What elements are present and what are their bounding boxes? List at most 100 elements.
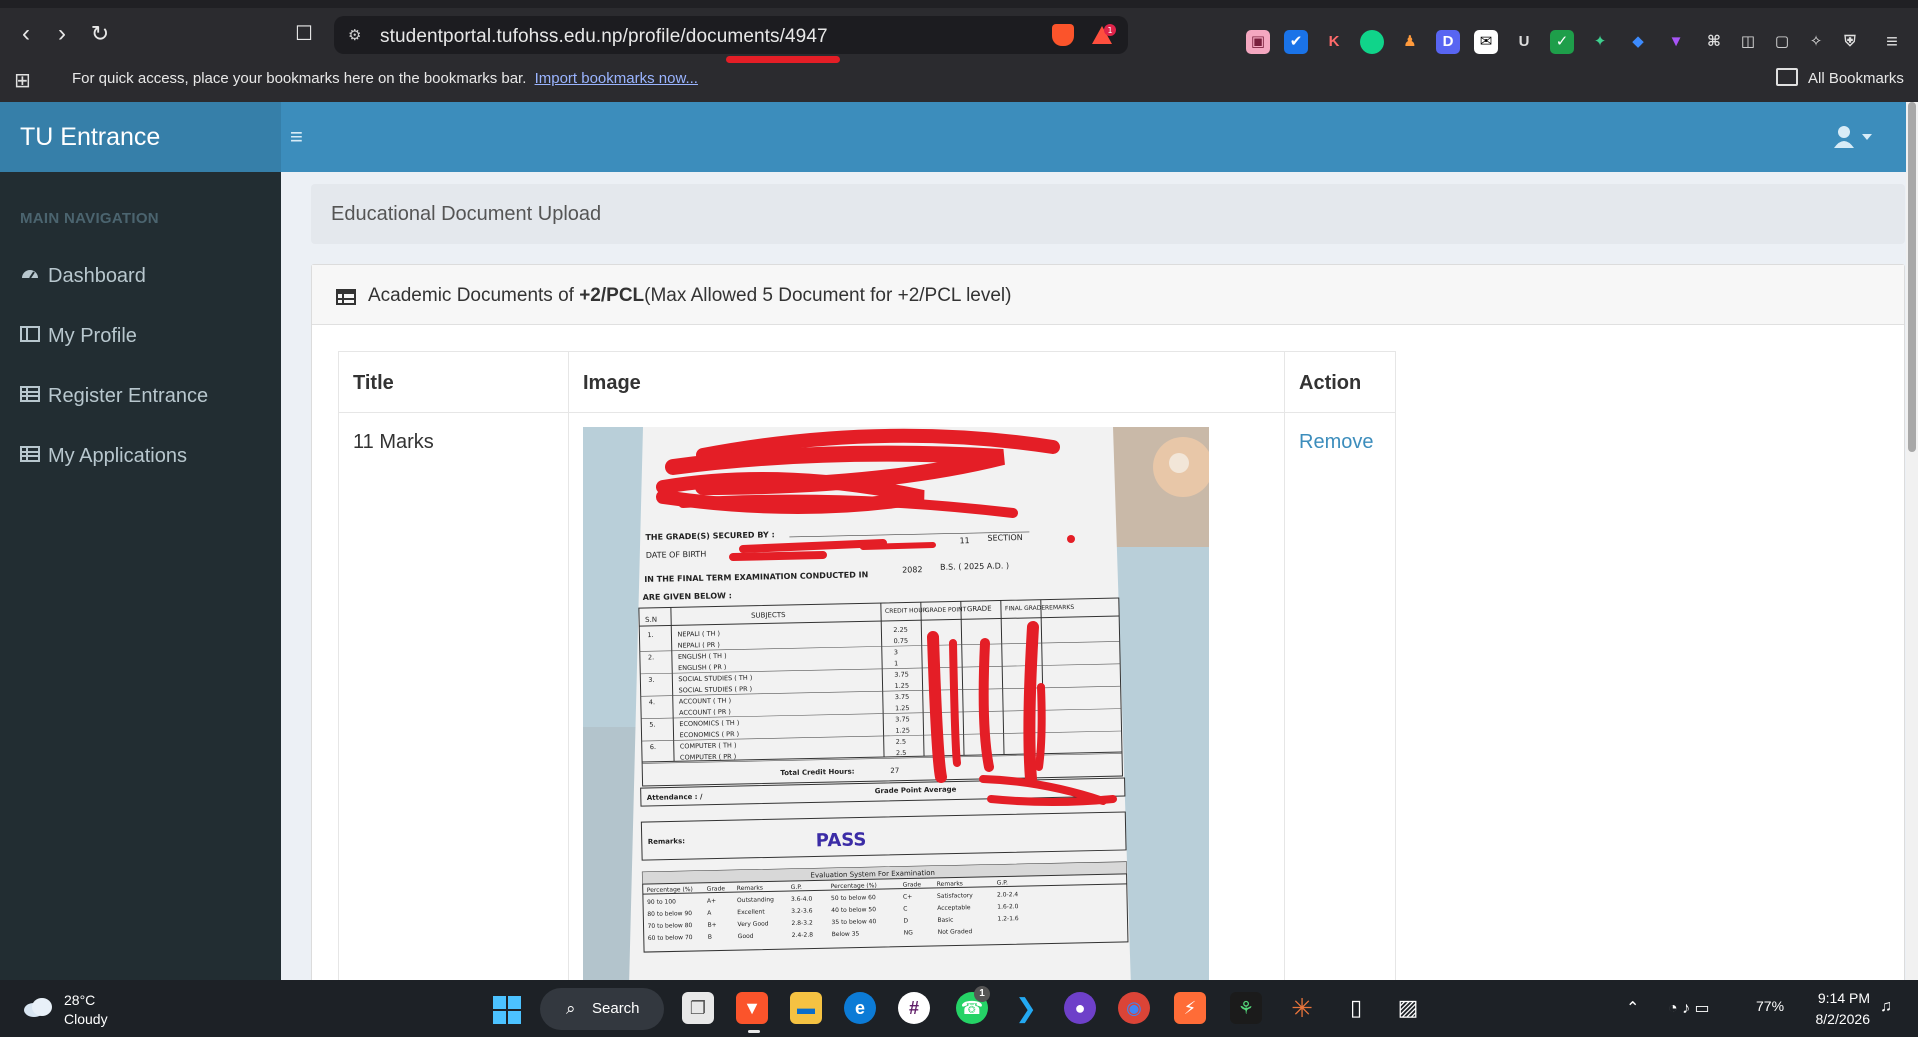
wallet-icon[interactable]: ▢ bbox=[1770, 30, 1794, 54]
app-dialog-icon[interactable]: ▨ bbox=[1392, 992, 1424, 1024]
clock-time[interactable]: 9:14 PM bbox=[1810, 990, 1870, 1006]
battery-percentage: 77% bbox=[1756, 998, 1785, 1014]
remove-document-link[interactable]: Remove bbox=[1299, 431, 1373, 453]
app-logo[interactable]: TU Entrance bbox=[0, 102, 281, 172]
url-text[interactable]: studentportal.tufohss.edu.np/profile/doc… bbox=[380, 26, 828, 48]
total-credit-label: Total Credit Hours: bbox=[780, 768, 855, 778]
extension-person-icon[interactable]: ♟ bbox=[1398, 30, 1422, 54]
eval-cell: A+ bbox=[707, 898, 716, 905]
postman-icon[interactable]: ⚡ bbox=[1174, 992, 1206, 1024]
eval-cell: D bbox=[903, 918, 908, 925]
taskbar-search[interactable]: ⌕ Search bbox=[540, 988, 664, 1030]
sidebar-item-my-profile[interactable]: My Profile bbox=[0, 312, 281, 362]
eval-header: G.P. bbox=[791, 884, 802, 891]
table-row: 11 Marks THE GRADE(S) SECURED BY : DATE … bbox=[338, 412, 1396, 980]
sidebar-toggle-icon[interactable]: ◫ bbox=[1736, 30, 1760, 54]
brave-rewards-icon[interactable]: 1 bbox=[1090, 24, 1116, 46]
page-heading-bar: Educational Document Upload bbox=[311, 184, 1905, 244]
extension-network-icon[interactable]: ✦ bbox=[1588, 30, 1612, 54]
eval-cell: Outstanding bbox=[737, 896, 774, 904]
column-header-title: Title bbox=[338, 351, 569, 413]
bookmark-icon[interactable]: ☐ bbox=[292, 22, 316, 46]
address-bar[interactable]: ⚙ studentportal.tufohss.edu.np/profile/d… bbox=[334, 16, 1128, 63]
extension-shield-icon[interactable]: ▼ bbox=[1664, 30, 1688, 54]
sidebar-item-register-entrance[interactable]: Register Entrance bbox=[0, 372, 281, 422]
all-bookmarks-button[interactable]: All Bookmarks bbox=[1808, 70, 1904, 87]
slack-icon[interactable]: # bbox=[898, 992, 930, 1024]
extension-green-icon[interactable]: ✓ bbox=[1550, 30, 1574, 54]
clock-date[interactable]: 8/2/2026 bbox=[1800, 1011, 1871, 1027]
edge-icon[interactable]: e bbox=[844, 992, 876, 1024]
eval-cell: Good bbox=[738, 933, 754, 940]
documents-table: Title Image Action 11 Marks THE GRADE(S)… bbox=[338, 351, 1396, 980]
eval-header: Remarks bbox=[737, 885, 763, 893]
extensions-puzzle-icon[interactable]: ⌘ bbox=[1702, 30, 1726, 54]
site-settings-icon[interactable]: ⚙ bbox=[348, 26, 366, 44]
show-hidden-icons-icon[interactable]: ⌃ bbox=[1626, 998, 1639, 1018]
brave-taskbar-icon[interactable]: ▼ bbox=[736, 992, 768, 1024]
brave-shield-icon[interactable] bbox=[1052, 24, 1074, 46]
reload-icon[interactable]: ↻ bbox=[88, 22, 112, 46]
extension-mail-icon[interactable]: ✉ bbox=[1474, 30, 1498, 54]
register-icon bbox=[20, 386, 40, 402]
eval-cell: C bbox=[903, 906, 907, 913]
apps-grid-icon[interactable]: ⊞ bbox=[14, 68, 36, 92]
task-view-icon[interactable]: ❐ bbox=[682, 992, 714, 1024]
extension-icon[interactable]: ▣ bbox=[1246, 30, 1270, 54]
app-phone-icon[interactable]: ▯ bbox=[1340, 992, 1372, 1024]
forward-icon[interactable]: › bbox=[50, 22, 74, 46]
cloudy-weather-icon[interactable] bbox=[22, 996, 54, 1018]
eval-cell: 80 to below 90 bbox=[647, 910, 692, 918]
eval-cell: 50 to below 60 bbox=[831, 894, 876, 902]
eval-header: Remarks bbox=[937, 880, 963, 888]
subject-name: ECONOMICS ( PR ) bbox=[679, 730, 739, 739]
eval-cell: 2.8-3.2 bbox=[791, 920, 813, 927]
vscode-icon[interactable]: ❯ bbox=[1010, 992, 1042, 1024]
sidebar: MAIN NAVIGATION Dashboard My Profile Reg… bbox=[0, 172, 281, 980]
column-header-action: Action bbox=[1284, 351, 1396, 413]
eval-cell: 1.6-2.0 bbox=[997, 903, 1019, 910]
extension-d-icon[interactable]: D bbox=[1436, 30, 1460, 54]
total-credit-value: 27 bbox=[890, 767, 899, 775]
notification-bell-icon[interactable]: ♫ bbox=[1880, 998, 1892, 1016]
col-credit: CREDIT HOUR bbox=[885, 607, 927, 615]
file-explorer-icon[interactable]: ▬ bbox=[790, 992, 822, 1024]
box-title-level: +2/PCL bbox=[579, 285, 645, 306]
extension-k-icon[interactable]: K bbox=[1322, 30, 1346, 54]
github-icon[interactable]: ● bbox=[1064, 992, 1096, 1024]
eval-cell: 2.4-2.8 bbox=[792, 932, 814, 939]
col-grade: GRADE bbox=[967, 605, 992, 614]
document-image-cell: THE GRADE(S) SECURED BY : DATE OF BIRTH … bbox=[568, 412, 1285, 980]
extension-u-icon[interactable]: U bbox=[1512, 30, 1536, 54]
subject-name: ENGLISH ( PR ) bbox=[678, 663, 726, 672]
col-subjects: SUBJECTS bbox=[751, 611, 786, 620]
marksheet-image[interactable]: THE GRADE(S) SECURED BY : DATE OF BIRTH … bbox=[583, 427, 1209, 980]
eval-cell: Satisfactory bbox=[937, 892, 973, 900]
section-text: SECTION bbox=[987, 533, 1022, 543]
claude-icon[interactable]: ✳ bbox=[1286, 992, 1318, 1024]
hamburger-menu-icon[interactable]: ≡ bbox=[290, 124, 310, 149]
eval-cell: NG bbox=[904, 929, 914, 936]
scrollbar-thumb[interactable] bbox=[1908, 102, 1916, 452]
windows-start-icon[interactable] bbox=[492, 995, 522, 1025]
app-leaf-icon[interactable]: ⚘ bbox=[1230, 992, 1262, 1024]
tray-status-icons[interactable]: ◔ ♪ ▭ bbox=[1668, 998, 1710, 1018]
back-icon[interactable]: ‹ bbox=[14, 22, 38, 46]
subject-credit: 3.75 bbox=[894, 670, 909, 678]
table-header-row: Title Image Action bbox=[338, 351, 1396, 413]
import-bookmarks-link[interactable]: Import bookmarks now... bbox=[535, 70, 698, 87]
extension-circle-icon[interactable] bbox=[1360, 30, 1384, 54]
document-action-cell: Remove bbox=[1284, 412, 1396, 980]
eval-header: Grade bbox=[903, 881, 922, 888]
vpn-shield-icon[interactable]: ⛨ bbox=[1838, 30, 1862, 54]
chrome-icon[interactable]: ◉ bbox=[1118, 992, 1150, 1024]
browser-menu-icon[interactable]: ≡ bbox=[1880, 30, 1904, 54]
user-menu-button[interactable] bbox=[1832, 124, 1880, 150]
page-scrollbar[interactable] bbox=[1906, 102, 1918, 980]
sidebar-item-dashboard[interactable]: Dashboard bbox=[0, 252, 281, 302]
extension-check-icon[interactable]: ✔ bbox=[1284, 30, 1308, 54]
eval-cell: Not Graded bbox=[938, 928, 973, 936]
sidebar-item-my-applications[interactable]: My Applications bbox=[0, 432, 281, 482]
extension-tag-icon[interactable]: ◆ bbox=[1626, 30, 1650, 54]
leo-ai-icon[interactable]: ✧ bbox=[1804, 30, 1828, 54]
